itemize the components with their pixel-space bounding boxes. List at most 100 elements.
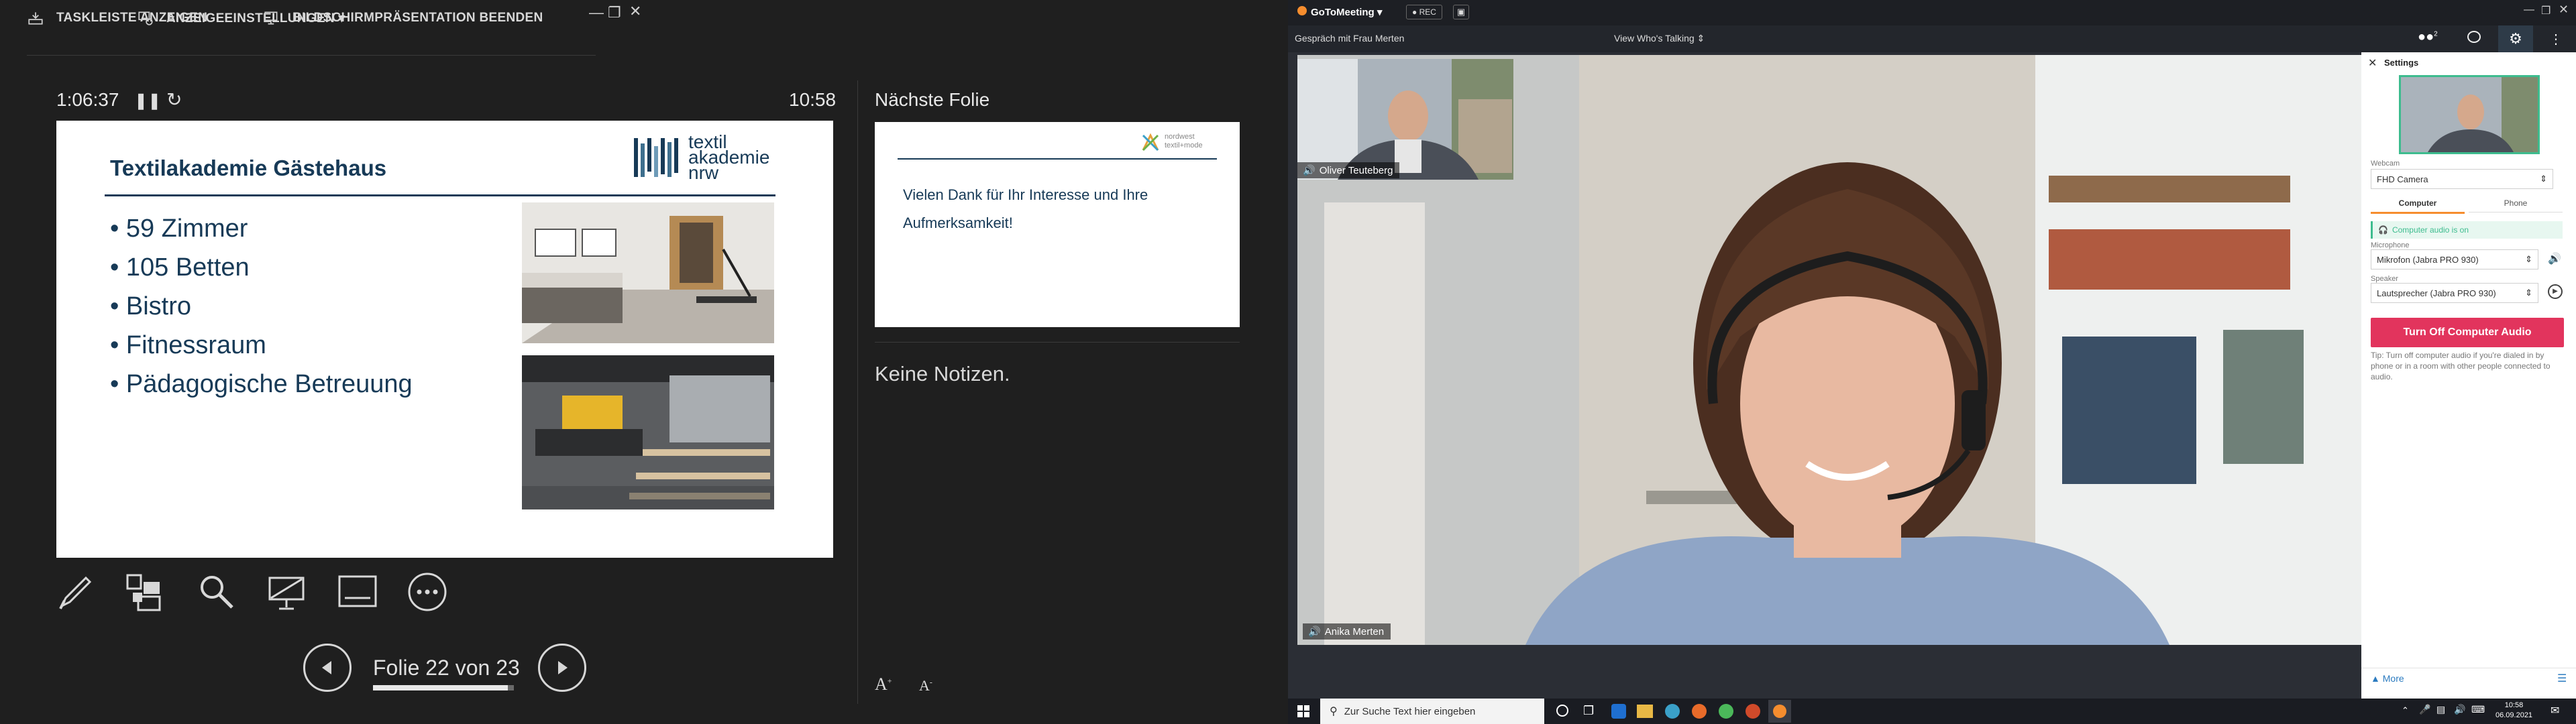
tray-network-icon[interactable]: ▤ bbox=[2436, 704, 2445, 715]
file-explorer-icon[interactable] bbox=[1637, 705, 1653, 718]
speaker-select[interactable]: Lautsprecher (Jabra PRO 930) ⇕ bbox=[2371, 283, 2538, 303]
webcam-select[interactable]: FHD Camera ⇕ bbox=[2371, 169, 2553, 189]
conversation-title: Gespräch mit Frau Merten bbox=[1295, 33, 1405, 44]
webcam-preview-image bbox=[2401, 77, 2538, 152]
tray-chevron-icon[interactable]: ⌃ bbox=[2402, 705, 2409, 716]
logo-mark-icon bbox=[634, 138, 678, 177]
end-slideshow-button[interactable]: BILDSCHIRMPRÄSENTATION BEENDEN bbox=[263, 9, 543, 27]
restore-icon[interactable]: ❐ bbox=[608, 4, 621, 21]
black-screen-icon[interactable] bbox=[266, 571, 307, 616]
cortana-icon[interactable] bbox=[1556, 705, 1568, 717]
hotel-room-photo bbox=[522, 202, 774, 343]
taskbar-search-box[interactable]: ⚲ Zur Suche Text hier eingeben bbox=[1320, 699, 1544, 724]
audio-status-banner: 🎧 Computer audio is on bbox=[2371, 221, 2563, 239]
next-slide-label: Nächste Folie bbox=[875, 89, 990, 110]
next-slide-preview[interactable]: nordwest textil+mode Vielen Dank für Ihr… bbox=[875, 122, 1240, 327]
bullet-item: • 105 Betten bbox=[110, 253, 250, 282]
more-button[interactable]: ▲ More bbox=[2371, 673, 2404, 684]
windows-taskbar: ⚲ Zur Suche Text hier eingeben ❐ ⌃ 🎤 ▤ 🔊… bbox=[1288, 699, 2576, 724]
main-speaker-name: Anika Merten bbox=[1324, 625, 1385, 638]
thumbnail-label: 🔊 Oliver Teuteberg bbox=[1297, 162, 1400, 178]
gtm-close-icon[interactable]: ✕ bbox=[2559, 3, 2569, 17]
notes-divider bbox=[875, 342, 1240, 343]
microphone-value: Mikrofon (Jabra PRO 930) bbox=[2377, 254, 2479, 265]
subtitles-icon[interactable] bbox=[337, 571, 378, 616]
pause-icon[interactable]: ❚❚ bbox=[134, 91, 161, 111]
current-slide: Textilakademie Gästehaus textil akademie… bbox=[56, 121, 833, 558]
select-arrow-icon: ⇕ bbox=[2525, 288, 2532, 298]
pane-divider[interactable] bbox=[857, 80, 858, 704]
gotomeeting-task-button[interactable] bbox=[1768, 700, 1791, 723]
tray-mic-icon[interactable]: 🎤 bbox=[2419, 704, 2430, 715]
minimize-icon[interactable]: — bbox=[589, 4, 604, 21]
view-mode-label: View Who's Talking bbox=[1614, 33, 1695, 44]
bullet-item: • 59 Zimmer bbox=[110, 215, 248, 243]
previous-slide-button[interactable] bbox=[303, 644, 352, 692]
mic-level-icon[interactable]: 🔊 bbox=[2548, 252, 2561, 265]
speaker-value: Lautsprecher (Jabra PRO 930) bbox=[2377, 288, 2496, 298]
microphone-select[interactable]: Mikrofon (Jabra PRO 930) ⇕ bbox=[2371, 249, 2538, 269]
thumbnail-name: Oliver Teuteberg bbox=[1319, 164, 1393, 176]
see-all-slides-icon[interactable] bbox=[123, 571, 165, 616]
next-slide-button[interactable] bbox=[538, 644, 586, 692]
presenter-view: TASKLEISTE ANZEIGEN ANZEIGEEINSTELLUNGEN… bbox=[0, 0, 1288, 724]
gotomeeting-window: GoToMeeting ▾ ● REC ▣ — ❐ ✕ Gespräch mit… bbox=[1288, 0, 2576, 699]
record-button[interactable]: ● REC bbox=[1406, 5, 1442, 19]
app-icon-globe[interactable] bbox=[1665, 704, 1680, 719]
zoom-icon[interactable] bbox=[196, 571, 237, 616]
taskbar-clock[interactable]: 10:58 06.09.2021 bbox=[2496, 701, 2532, 721]
slide-counter[interactable]: Folie 22 von 23 bbox=[373, 656, 520, 680]
participant-thumbnail[interactable]: 🔊 Oliver Teuteberg bbox=[1297, 59, 1513, 180]
gtm-restore-icon[interactable]: ❐ bbox=[2541, 4, 2551, 17]
participants-button[interactable]: ●●2 bbox=[2418, 29, 2438, 45]
edge-icon[interactable] bbox=[1611, 704, 1626, 719]
microphone-label: Microphone bbox=[2371, 241, 2410, 249]
increase-font-button[interactable]: A+ bbox=[875, 674, 892, 695]
tray-volume-icon[interactable]: 🔊 bbox=[2454, 704, 2465, 715]
next-arrow-icon bbox=[558, 661, 568, 674]
close-settings-icon[interactable]: ✕ bbox=[2368, 56, 2377, 70]
firefox-icon[interactable] bbox=[1692, 704, 1707, 719]
gotomeeting-taskbar-icon bbox=[1773, 705, 1786, 718]
overflow-menu-icon[interactable]: ⋮ bbox=[2549, 31, 2563, 48]
notification-icon[interactable]: ✉ bbox=[2551, 704, 2559, 717]
view-mode-select[interactable]: View Who's Talking ⇕ bbox=[1614, 33, 1705, 44]
gotomeeting-logo-icon bbox=[1297, 6, 1307, 15]
reset-timer-icon[interactable]: ↻ bbox=[166, 88, 182, 111]
audio-status-text: Computer audio is on bbox=[2392, 225, 2469, 235]
tray-keyboard-icon[interactable]: ⌨ bbox=[2471, 704, 2485, 715]
search-placeholder: Zur Suche Text hier eingeben bbox=[1344, 705, 1476, 717]
play-test-sound-icon[interactable]: ▶ bbox=[2548, 284, 2563, 299]
logo-wordmark: textil akademie nrw bbox=[688, 131, 770, 183]
tab-phone[interactable]: Phone bbox=[2469, 198, 2563, 213]
bullet-item: • Pädagogische Betreuung bbox=[110, 370, 413, 398]
nordwest-logo-icon bbox=[1142, 133, 1159, 152]
gtm-app-menu[interactable]: GoToMeeting ▾ bbox=[1311, 6, 1382, 18]
turn-off-computer-audio-button[interactable]: Turn Off Computer Audio bbox=[2371, 318, 2564, 347]
slide-title-rule bbox=[105, 194, 775, 196]
textilakademie-logo: textil akademie nrw bbox=[632, 131, 773, 183]
more-options-icon[interactable] bbox=[407, 571, 448, 616]
search-icon: ⚲ bbox=[1330, 706, 1338, 717]
tab-computer[interactable]: Computer bbox=[2371, 198, 2465, 214]
task-view-icon[interactable]: ❐ bbox=[1583, 704, 1594, 718]
pen-tool-icon[interactable] bbox=[55, 571, 97, 616]
main-speaker-label: 🔊 Anika Merten bbox=[1303, 623, 1391, 640]
webcam-value: FHD Camera bbox=[2377, 174, 2428, 184]
chrome-icon[interactable] bbox=[1719, 704, 1733, 719]
close-icon[interactable]: ✕ bbox=[629, 3, 641, 20]
settings-gear-icon[interactable]: ⚙ bbox=[2498, 25, 2533, 52]
app-icon-red[interactable] bbox=[1746, 704, 1760, 719]
windows-start-icon[interactable] bbox=[1297, 705, 1309, 717]
lock-icon[interactable]: ▣ bbox=[1453, 5, 1469, 19]
bullet-item: • Fitnessraum bbox=[110, 331, 266, 359]
gtm-minimize-icon[interactable]: — bbox=[2524, 4, 2534, 16]
sliders-icon[interactable]: ☰ bbox=[2557, 672, 2567, 685]
chat-icon[interactable] bbox=[2467, 31, 2481, 43]
decrease-font-button[interactable]: A- bbox=[919, 677, 932, 695]
webcam-preview bbox=[2399, 75, 2540, 154]
more-label: More bbox=[2382, 673, 2404, 684]
nordwest-wordmark: nordwest textil+mode bbox=[1165, 133, 1203, 149]
taskbar-date: 06.09.2021 bbox=[2496, 711, 2533, 719]
settings-tip: Tip: Turn off computer audio if you're d… bbox=[2371, 351, 2551, 381]
